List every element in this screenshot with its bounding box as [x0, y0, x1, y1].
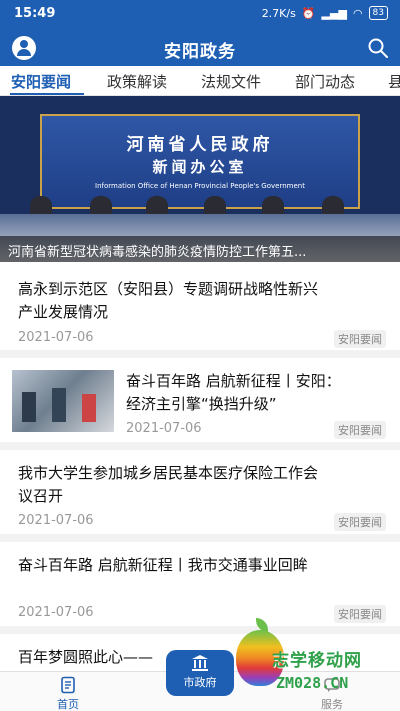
status-time: 15:49: [14, 6, 56, 21]
tab-anyang-news[interactable]: 安阳要闻: [11, 71, 71, 92]
status-icons: 2.7K/s ⏰ ▂▄▆ ◠ 83: [262, 6, 388, 20]
wifi-icon: ◠: [352, 6, 363, 20]
news-headline-line: 奋斗百年路 启航新征程丨我市交通事业回眸: [18, 556, 308, 574]
news-headline-line: 经济主引擎“换挡升级”: [126, 395, 277, 413]
banner-carousel[interactable]: 河南省人民政府 新闻办公室 Information Office of Hena…: [0, 96, 400, 262]
network-speed: 2.7K/s: [261, 6, 296, 20]
news-item[interactable]: 高永到示范区（安阳县）专题调研战略性新兴 产业发展情况 2021-07-06 安…: [0, 262, 400, 358]
news-tag: 安阳要闻: [334, 513, 386, 531]
banner-caption[interactable]: 河南省新型冠状病毒感染的肺炎疫情防控工作第五...: [0, 236, 400, 262]
news-headline-line: 议召开: [18, 487, 64, 505]
nav-home-label: 首页: [57, 698, 79, 711]
battery-icon: 83: [368, 6, 388, 20]
news-item[interactable]: 奋斗百年路 启航新征程丨我市交通事业回眸 2021-07-06 安阳要闻: [0, 542, 400, 634]
banner-backdrop: 河南省人民政府 新闻办公室 Information Office of Hena…: [40, 114, 360, 209]
government-building-icon: [192, 655, 208, 671]
news-date: 2021-07-06: [18, 330, 94, 345]
tab-regulations[interactable]: 法规文件: [201, 71, 261, 92]
news-thumbnail: [12, 370, 114, 432]
watermark-text-cn: 志学移动网: [272, 651, 362, 671]
backdrop-subtitle: 新闻办公室: [152, 158, 248, 176]
news-date: 2021-07-06: [18, 513, 94, 528]
tab-county[interactable]: 县: [388, 71, 400, 92]
news-headline-line: 高永到示范区（安阳县）专题调研战略性新兴: [18, 280, 319, 298]
nav-home[interactable]: 首页: [28, 674, 108, 711]
backdrop-english: Information Office of Henan Provincial P…: [95, 182, 305, 190]
search-icon[interactable]: [366, 36, 390, 60]
site-watermark: 志学移动网 ZM028.CN: [236, 618, 396, 696]
news-headline-line: 我市大学生参加城乡居民基本医疗保险工作会: [18, 464, 319, 482]
alarm-icon: ⏰: [301, 6, 316, 20]
news-tag: 安阳要闻: [334, 605, 386, 623]
news-item[interactable]: 奋斗百年路 启航新征程丨安阳： 经济主引擎“换挡升级” 2021-07-06 安…: [0, 358, 400, 450]
document-icon: [61, 676, 75, 694]
status-bar: 15:49 2.7K/s ⏰ ▂▄▆ ◠ 83: [0, 0, 400, 30]
backdrop-title: 河南省人民政府: [126, 135, 274, 155]
app-bar: 安阳政务: [0, 30, 400, 66]
watermark-text-en: ZM028.CN: [276, 674, 349, 692]
nav-services-label: 服务: [321, 698, 343, 711]
news-tag: 安阳要闻: [334, 421, 386, 439]
news-headline-line: 百年梦圆照此心——: [18, 648, 154, 666]
signal-icon: ▂▄▆: [321, 6, 347, 20]
news-headline-line: 产业发展情况: [18, 303, 109, 321]
nav-city-government-label: 市政府: [183, 676, 217, 689]
news-tag: 安阳要闻: [334, 330, 386, 348]
tab-department-news[interactable]: 部门动态: [295, 71, 355, 92]
news-date: 2021-07-06: [18, 605, 94, 620]
nav-city-government[interactable]: 市政府: [166, 650, 234, 696]
app-title: 安阳政务: [164, 42, 236, 62]
tab-policy-interpretation[interactable]: 政策解读: [107, 71, 167, 92]
category-tabs: 安阳要闻 政策解读 法规文件 部门动态 县: [0, 66, 400, 96]
news-headline-line: 奋斗百年路 启航新征程丨安阳：: [126, 372, 341, 390]
news-date: 2021-07-06: [126, 421, 202, 436]
news-item[interactable]: 我市大学生参加城乡居民基本医疗保险工作会 议召开 2021-07-06 安阳要闻: [0, 450, 400, 542]
